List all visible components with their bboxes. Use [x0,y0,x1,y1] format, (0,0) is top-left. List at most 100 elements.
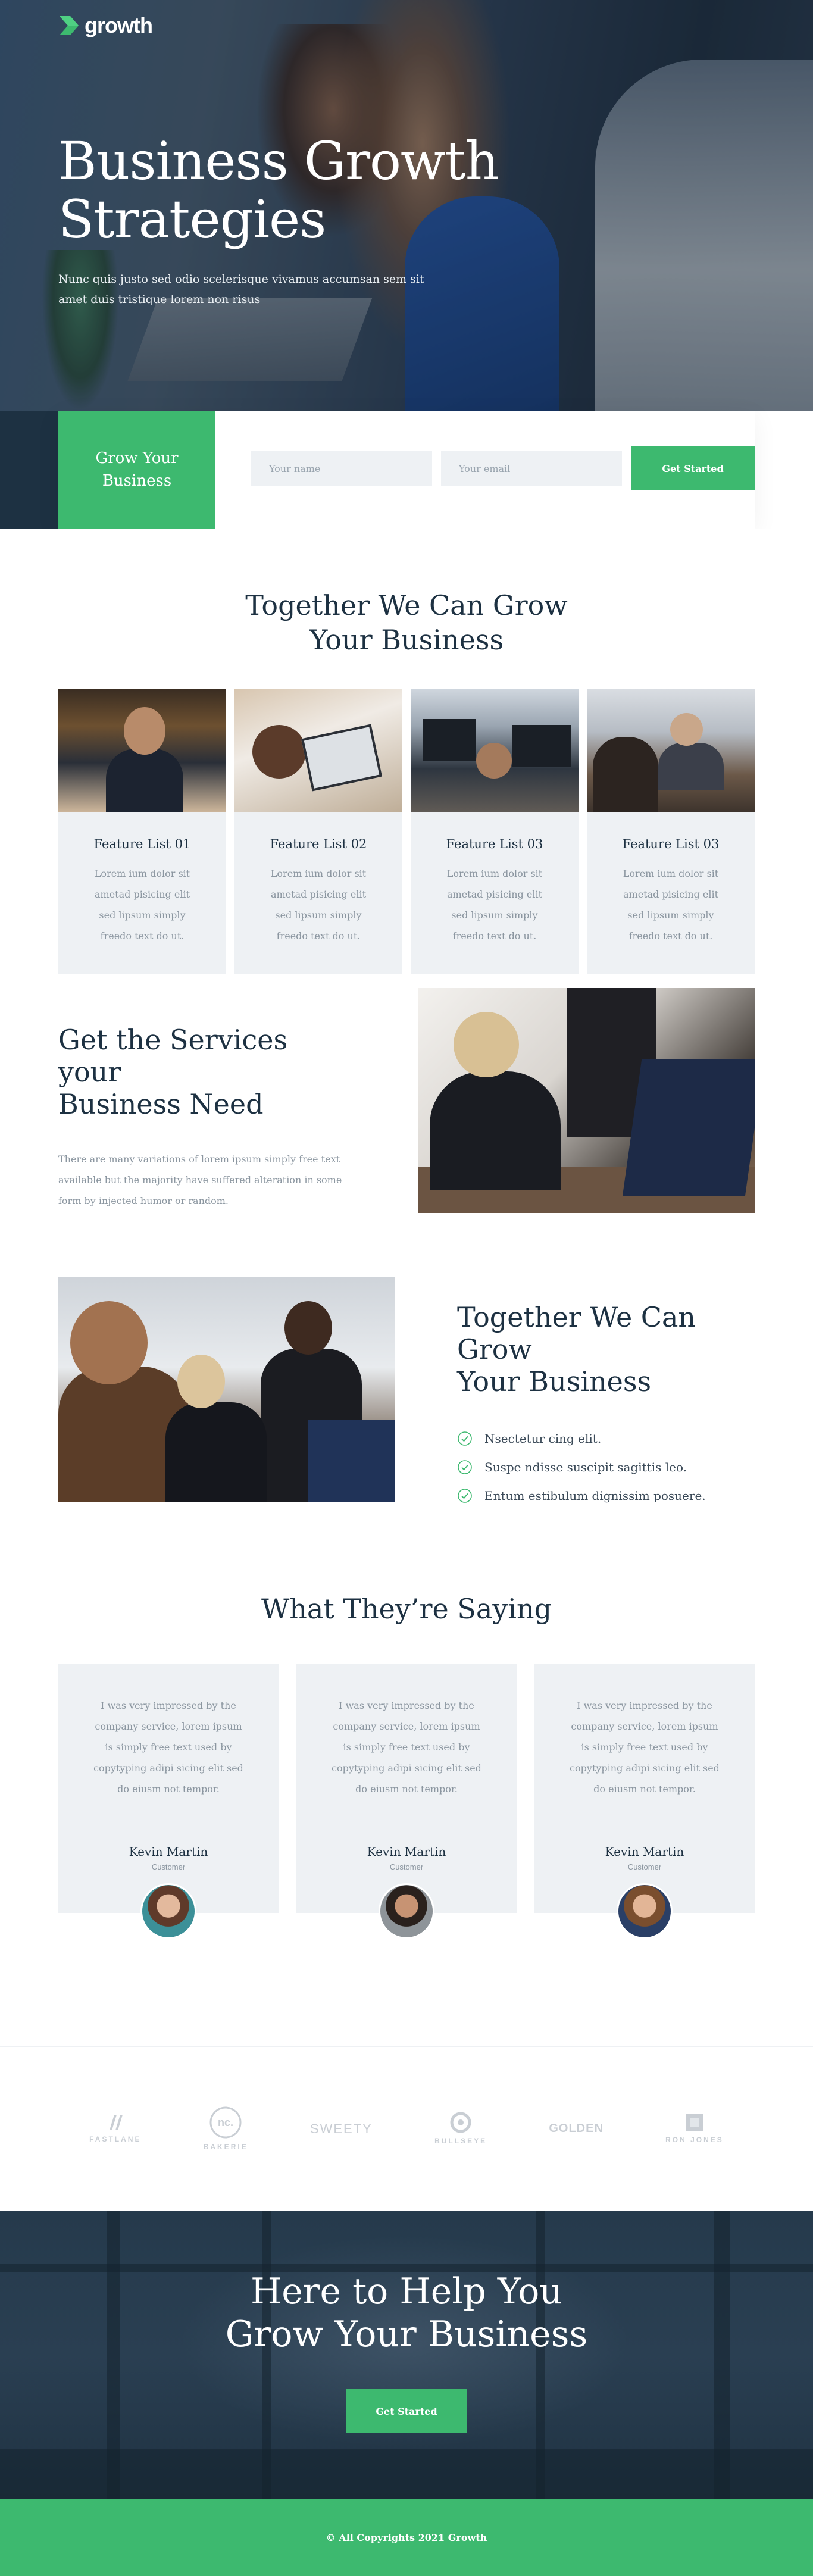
together-title-line1: Together We Can Grow [457,1301,696,1365]
checklist-item: Suspe ndisse suscipit sagittis leo. [457,1459,755,1475]
feature-card[interactable]: Feature List 03 Lorem ium dolor sit amet… [411,689,579,974]
feature-image [411,689,579,812]
features-title: Together We Can Grow Your Business [58,588,755,657]
feature-list: Feature List 01 Lorem ium dolor sit amet… [58,689,755,974]
brand-logo-sweety[interactable]: SWEETY [310,2121,373,2137]
testimonial-card: I was very impressed by the company serv… [296,1664,517,1939]
services-title-line1: Get the Services your [58,1024,288,1088]
testimonial-role: Customer [389,1862,424,1871]
email-input[interactable] [441,451,622,486]
signup-label-line2: Business [102,472,172,490]
banner-title-line1: Here to Help You [250,2271,563,2312]
feature-card[interactable]: Feature List 01 Lorem ium dolor sit amet… [58,689,226,974]
checklist-item: Entum estibulum dignissim posuere. [457,1488,755,1503]
avatar [140,1883,196,1939]
testimonial-name: Kevin Martin [367,1845,446,1859]
logo[interactable]: growth [58,13,153,38]
hero-title-line1: Business Growth [58,130,499,192]
together-section: Together We Can Grow Your Business Nsect… [58,1277,755,1586]
hero-title: Business Growth Strategies [58,132,534,249]
fastlane-logo-icon [109,2114,123,2130]
services-text: There are many variations of lorem ipsum… [58,1153,342,1206]
logo-text: growth [85,13,153,37]
feature-text: Lorem ium dolor sit ametad pisicing elit… [94,868,190,942]
feature-title: Feature List 02 [270,837,367,851]
testimonial-card: I was very impressed by the company serv… [534,1664,755,1939]
testimonial-role: Customer [627,1862,662,1871]
signup-label: Grow Your Business [58,411,215,529]
brand-logo-row: FASTLANE nc. BAKERIE SWEETY BULLSEYE GOL… [58,2106,755,2152]
copyright-text: © All Copyrights 2021 Growth [326,2531,487,2543]
feature-title: Feature List 03 [446,837,543,851]
check-circle-icon [458,1460,472,1474]
services-section: Get the Services your Business Need Ther… [58,988,755,1277]
name-input[interactable] [251,451,432,486]
services-photo [418,988,755,1213]
feature-image [58,689,226,812]
together-title: Together We Can Grow Your Business [457,1301,755,1398]
check-circle-icon [458,1431,472,1446]
logo-arrow-icon [60,16,79,35]
svg-text:nc.: nc. [218,2117,233,2128]
feature-title: Feature List 03 [622,837,720,851]
brand-name: RON JONES [665,2135,724,2144]
testimonial-quote: I was very impressed by the company serv… [570,1700,720,1795]
brand-logos-section: FASTLANE nc. BAKERIE SWEETY BULLSEYE GOL… [0,2046,813,2211]
brand-name: BULLSEYE [434,2136,487,2145]
services-text-block: Get the Services your Business Need Ther… [58,1024,356,1211]
signup-bar: Grow Your Business Get Started [58,411,755,529]
check-circle-icon [458,1489,472,1503]
footer: © All Copyrights 2021 Growth [0,2499,813,2576]
features-section: Together We Can Grow Your Business Featu… [0,529,813,988]
avatar [379,1883,434,1939]
brand-name: GOLDEN [549,2122,604,2135]
testimonials-title: What They’re Saying [261,1593,552,1625]
brand-logo-bakerie[interactable]: nc. BAKERIE [204,2106,248,2152]
testimonial-role: Customer [151,1862,186,1871]
checklist-item: Nsectetur cing elit. [457,1431,755,1446]
get-started-button[interactable]: Get Started [631,446,755,490]
banner-title: Here to Help You Grow Your Business [0,2270,813,2356]
services-title: Get the Services your Business Need [58,1024,356,1120]
feature-image [587,689,755,812]
brand-name: BAKERIE [203,2142,248,2151]
avatar [617,1883,673,1939]
cta-banner: Here to Help You Grow Your Business Get … [0,2211,813,2499]
signup-label-line1: Grow Your [95,449,179,467]
ron-jones-logo-icon [686,2114,703,2131]
features-title-line2: Your Business [309,624,504,656]
banner-title-line2: Grow Your Business [225,2314,588,2355]
checklist: Nsectetur cing elit. Suspe ndisse suscip… [457,1431,755,1503]
testimonial-quote: I was very impressed by the company serv… [332,1700,481,1795]
banner-get-started-button[interactable]: Get Started [346,2389,467,2433]
checklist-item-text: Entum estibulum dignissim posuere. [484,1489,706,1503]
checklist-item-text: Suspe ndisse suscipit sagittis leo. [484,1460,687,1474]
together-text-block: Together We Can Grow Your Business Nsect… [457,1301,755,1517]
brand-logo-fastlane[interactable]: FASTLANE [89,2114,141,2144]
brand-logo-golden[interactable]: GOLDEN [549,2122,604,2136]
bakerie-logo-icon: nc. [209,2106,242,2138]
testimonials-section: What They’re Saying I was very impressed… [0,1586,813,2046]
feature-image [234,689,402,812]
hero-subtitle: Nunc quis justo sed odio scelerisque viv… [58,273,424,306]
brand-logo-bullseye[interactable]: BULLSEYE [434,2112,487,2146]
bullseye-logo-icon [450,2112,471,2133]
testimonial-card: I was very impressed by the company serv… [58,1664,279,1939]
testimonial-name: Kevin Martin [605,1845,684,1859]
feature-card[interactable]: Feature List 03 Lorem ium dolor sit amet… [587,689,755,974]
together-title-line2: Your Business [457,1365,652,1398]
brand-logo-ron-jones[interactable]: RON JONES [665,2113,724,2145]
brand-name: FASTLANE [89,2134,142,2143]
services-title-line2: Business Need [58,1088,264,1120]
feature-card[interactable]: Feature List 02 Lorem ium dolor sit amet… [234,689,402,974]
testimonial-list: I was very impressed by the company serv… [58,1664,755,1939]
feature-text: Lorem ium dolor sit ametad pisicing elit… [623,868,719,942]
brand-name: SWEETY [309,2121,373,2136]
hero-title-line2: Strategies [58,189,326,250]
hero-section: growth Business Growth Strategies Nunc q… [0,0,813,529]
testimonial-name: Kevin Martin [129,1845,208,1859]
feature-text: Lorem ium dolor sit ametad pisicing elit… [270,868,367,942]
features-title-line1: Together We Can Grow [245,589,568,621]
meeting-photo [58,1277,395,1502]
feature-text: Lorem ium dolor sit ametad pisicing elit… [446,868,543,942]
